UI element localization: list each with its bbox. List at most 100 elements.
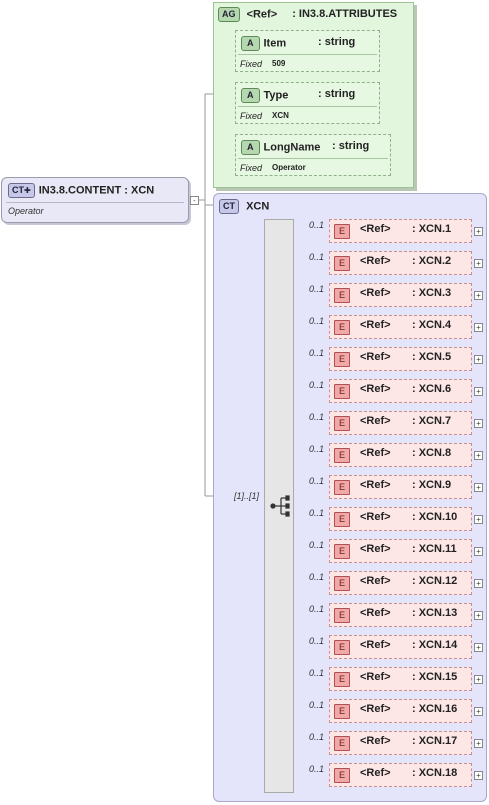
- plus-icon[interactable]: +: [474, 611, 483, 620]
- element-type: : XCN.7: [412, 415, 452, 427]
- plus-icon[interactable]: +: [474, 707, 483, 716]
- element-ref-item[interactable]: E <Ref>: XCN.14 +: [329, 635, 483, 659]
- element-ref-item[interactable]: E <Ref> : XCN.15 +: [329, 667, 483, 691]
- element-ref: <Ref>: [360, 607, 391, 619]
- element-ref-item[interactable]: E <Ref>: XCN.4 +: [329, 315, 483, 339]
- element-badge-icon: E: [334, 416, 351, 431]
- attribute-type-item[interactable]: A Type : string Fixed XCN: [235, 82, 380, 124]
- element-multiplicity: 0..1: [309, 444, 325, 454]
- element-ref: <Ref>: [360, 671, 391, 683]
- element-ref: <Ref>: [360, 543, 391, 555]
- element-ref-item[interactable]: E <Ref> : XCN.7 +: [329, 411, 483, 435]
- element-ref-item[interactable]: E <Ref>: XCN.6 +: [329, 379, 483, 403]
- attribute-group-title: AG <Ref> : IN3.8.ATTRIBUTES: [218, 7, 397, 22]
- plus-icon[interactable]: +: [474, 515, 483, 524]
- element-ref-item[interactable]: E <Ref> : XCN.9 +: [329, 475, 483, 499]
- fixed-value: 509: [272, 59, 286, 68]
- element-badge-icon: E: [334, 704, 351, 719]
- element-badge-icon: E: [334, 480, 351, 495]
- element-ref: <Ref>: [360, 351, 391, 363]
- plus-icon[interactable]: +: [474, 579, 483, 588]
- element-ref: <Ref>: [360, 255, 391, 267]
- plus-icon[interactable]: +: [474, 483, 483, 492]
- sequence-compositor[interactable]: [264, 219, 294, 793]
- plus-icon[interactable]: +: [474, 227, 483, 236]
- element-ref-item[interactable]: E <Ref>: XCN.16 +: [329, 699, 483, 723]
- element-type: : XCN.13: [412, 607, 458, 619]
- element-ref-item[interactable]: E <Ref> : XCN.13 +: [329, 603, 483, 627]
- element-ref: <Ref>: [360, 383, 391, 395]
- fixed-value: XCN: [272, 111, 289, 120]
- element-multiplicity: 0..1: [309, 540, 325, 550]
- element-type: : XCN.16: [412, 703, 458, 715]
- element-ref-item[interactable]: E <Ref>: XCN.17 +: [329, 731, 483, 755]
- element-ref-item[interactable]: E <Ref>: XCN.3 +: [329, 283, 483, 307]
- element-ref-item[interactable]: E <Ref>: XCN.18 +: [329, 763, 483, 787]
- plus-icon[interactable]: +: [474, 387, 483, 396]
- plus-icon[interactable]: +: [474, 291, 483, 300]
- element-ref: <Ref>: [360, 415, 391, 427]
- attribute-longname-item[interactable]: A LongName : string Fixed Operator: [235, 134, 391, 176]
- attribute-group-ref: <Ref>: [246, 8, 278, 21]
- element-badge-icon: E: [334, 672, 351, 687]
- attribute-badge-icon: A: [241, 88, 260, 103]
- attribute-name: Type: [263, 89, 289, 102]
- attribute-item[interactable]: A Item : string Fixed 509: [235, 30, 380, 72]
- element-multiplicity: 0..1: [309, 508, 325, 518]
- root-documentation: Operator: [8, 206, 44, 216]
- element-ref: <Ref>: [360, 223, 391, 235]
- element-badge-icon: E: [334, 224, 351, 239]
- root-element-box[interactable]: CT✚ IN3.8.CONTENT : XCN Operator: [1, 177, 189, 223]
- element-ref: <Ref>: [360, 767, 391, 779]
- element-badge-icon: E: [334, 320, 351, 335]
- plus-icon[interactable]: +: [474, 419, 483, 428]
- element-ref-item[interactable]: E <Ref>: XCN.11 +: [329, 539, 483, 563]
- element-type: : XCN.8: [412, 447, 452, 459]
- attribute-badge-icon: A: [241, 36, 260, 51]
- element-type: : XCN.9: [412, 479, 452, 491]
- fixed-label: Fixed: [240, 163, 263, 173]
- element-ref: <Ref>: [360, 319, 391, 331]
- element-ref: <Ref>: [360, 575, 391, 587]
- element-ref-item[interactable]: E <Ref> : XCN.5 +: [329, 347, 483, 371]
- element-multiplicity: 0..1: [309, 636, 325, 646]
- element-ref: <Ref>: [360, 479, 391, 491]
- plus-icon[interactable]: +: [474, 259, 483, 268]
- attribute-name: LongName: [263, 141, 321, 154]
- element-type: : XCN.1: [412, 223, 452, 235]
- element-type: : XCN.5: [412, 351, 452, 363]
- plus-icon[interactable]: +: [474, 643, 483, 652]
- element-ref-item[interactable]: E <Ref>: XCN.12 +: [329, 571, 483, 595]
- attribute-group-badge-icon: AG: [218, 7, 240, 22]
- attribute-group-type: : IN3.8.ATTRIBUTES: [292, 8, 398, 21]
- element-badge-icon: E: [334, 352, 351, 367]
- element-badge-icon: E: [334, 288, 351, 303]
- element-badge-icon: E: [334, 608, 351, 623]
- attribute-group-box[interactable]: AG <Ref> : IN3.8.ATTRIBUTES A Item : stri…: [213, 2, 414, 188]
- element-type: : XCN.15: [412, 671, 458, 683]
- element-ref: <Ref>: [360, 639, 391, 651]
- sequence-icon: [270, 495, 290, 517]
- element-multiplicity: 0..1: [309, 220, 325, 230]
- element-ref-item[interactable]: E <Ref>: XCN.10 +: [329, 507, 483, 531]
- element-type: : XCN.11: [412, 543, 457, 555]
- element-ref-item[interactable]: E <Ref>: XCN.8 +: [329, 443, 483, 467]
- element-multiplicity: 0..1: [309, 252, 325, 262]
- plus-icon[interactable]: +: [474, 323, 483, 332]
- root-name: IN3.8.CONTENT : XCN: [38, 184, 155, 197]
- element-ref-item[interactable]: E <Ref> : XCN.1 +: [329, 219, 483, 243]
- element-type: : XCN.17: [412, 735, 458, 747]
- attribute-type: : string: [332, 140, 370, 152]
- element-badge-icon: E: [334, 384, 351, 399]
- element-ref-item[interactable]: E <Ref>: XCN.2 +: [329, 251, 483, 275]
- plus-icon[interactable]: +: [474, 739, 483, 748]
- element-type: : XCN.2: [412, 255, 452, 267]
- element-ref: <Ref>: [360, 447, 391, 459]
- element-multiplicity: 0..1: [309, 700, 325, 710]
- plus-icon[interactable]: +: [474, 451, 483, 460]
- plus-icon[interactable]: -: [190, 196, 199, 205]
- plus-icon[interactable]: +: [474, 675, 483, 684]
- plus-icon[interactable]: +: [474, 355, 483, 364]
- plus-icon[interactable]: +: [474, 547, 483, 556]
- plus-icon[interactable]: +: [474, 771, 483, 780]
